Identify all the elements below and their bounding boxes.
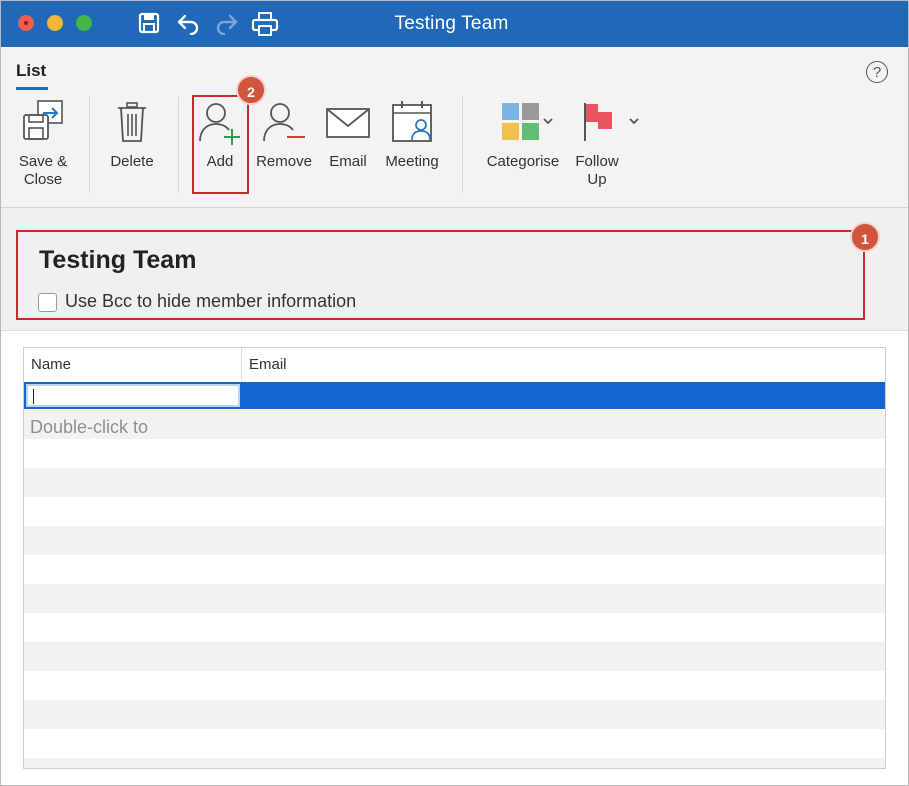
members-area: Name Email Double-click to (1, 331, 908, 785)
table-row[interactable] (24, 526, 885, 555)
table-row[interactable] (24, 410, 885, 439)
email-button[interactable]: Email (321, 99, 375, 171)
window-title: Testing Team (394, 13, 509, 34)
categorise-button[interactable]: Categorise (477, 99, 569, 171)
save-close-icon (23, 100, 63, 140)
table-row[interactable] (24, 584, 885, 613)
step-badge-2: 2 (236, 75, 266, 105)
ribbon-separator (462, 97, 463, 193)
ribbon-separator (89, 97, 90, 193)
tab-active-indicator (16, 87, 48, 90)
meeting-label: Meeting (385, 153, 439, 170)
tab-list[interactable]: List (16, 61, 46, 81)
table-row[interactable] (24, 642, 885, 671)
save-close-label: Save & Close (18, 153, 68, 188)
table-row[interactable] (24, 439, 885, 468)
follow-up-label: Follow Up (575, 153, 619, 188)
ribbon: List ? Save & Close Delete Add Remove Em… (1, 47, 908, 208)
ribbon-separator (178, 97, 179, 193)
add-highlight-box (192, 95, 249, 194)
meeting-calendar-icon (392, 101, 432, 142)
remove-member-button[interactable]: Remove (253, 99, 315, 171)
table-row[interactable] (24, 758, 885, 768)
delete-label: Delete (110, 153, 154, 170)
text-cursor (33, 389, 34, 404)
table-row[interactable] (24, 555, 885, 584)
table-row[interactable] (24, 729, 885, 758)
table-row[interactable] (24, 613, 885, 642)
step-badge-1: 1 (850, 222, 880, 252)
table-row[interactable] (24, 671, 885, 700)
column-header-name[interactable]: Name (24, 348, 242, 381)
save-close-button[interactable]: Save & Close (9, 99, 77, 189)
help-icon[interactable]: ? (866, 61, 888, 83)
member-name-input[interactable] (26, 384, 240, 407)
column-header-email[interactable]: Email (242, 348, 885, 381)
contact-list-window: Testing Team List ? Save & Close Delete … (0, 0, 909, 786)
members-table: Name Email Double-click to (23, 347, 886, 769)
table-row[interactable] (24, 497, 885, 526)
categorise-label: Categorise (486, 153, 560, 170)
categorise-icon (502, 103, 553, 140)
remove-person-icon (263, 103, 305, 142)
remove-label: Remove (256, 153, 312, 170)
list-header: Testing Team Use Bcc to hide member info… (1, 208, 908, 331)
title-bar: Testing Team (1, 1, 908, 47)
table-row[interactable] (24, 700, 885, 729)
delete-button[interactable]: Delete (101, 99, 163, 171)
envelope-icon (326, 108, 370, 138)
flag-icon (584, 103, 639, 141)
table-row[interactable] (24, 468, 885, 497)
list-name-highlight-box (16, 230, 865, 320)
email-label: Email (329, 153, 367, 170)
meeting-button[interactable]: Meeting (379, 99, 445, 171)
add-member-hint[interactable]: Double-click to (30, 417, 148, 438)
follow-up-button[interactable]: Follow Up (573, 99, 645, 189)
trash-icon (118, 102, 146, 142)
